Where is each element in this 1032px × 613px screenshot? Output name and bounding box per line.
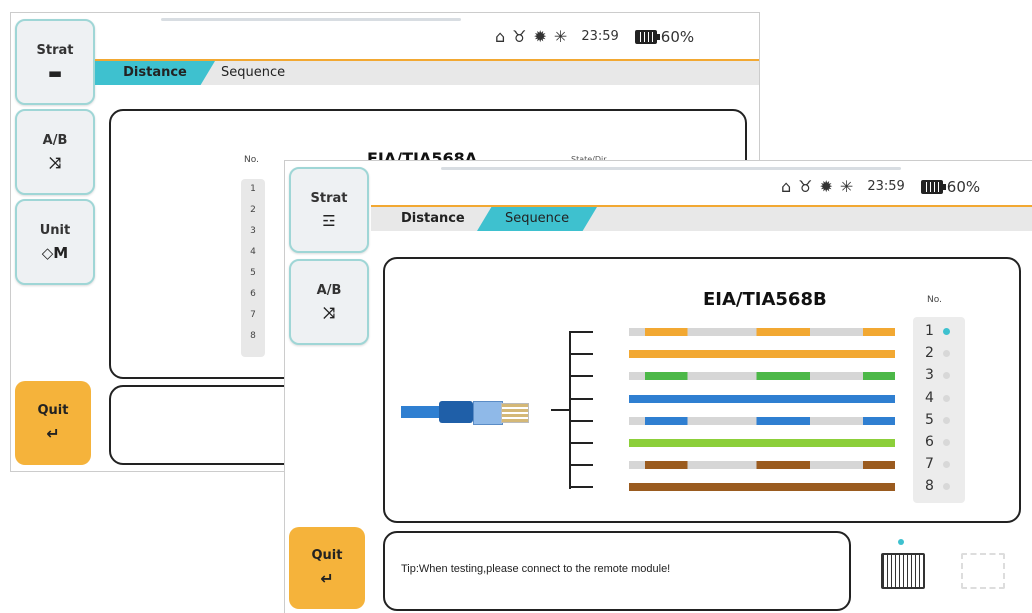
bracket-tick bbox=[569, 486, 593, 488]
pin-number: 1 bbox=[250, 184, 256, 194]
tab-sequence[interactable]: Sequence bbox=[221, 61, 311, 85]
standard-title: EIA/TIA568B bbox=[703, 289, 827, 310]
rj45-cable-icon bbox=[401, 397, 533, 427]
shuffle-icon: ⤨ bbox=[322, 303, 335, 322]
pin-number: 5 bbox=[925, 412, 934, 428]
no-header: No. bbox=[244, 155, 259, 165]
bracket-tick bbox=[569, 375, 593, 377]
bracket-tick bbox=[569, 420, 593, 422]
rj45-port-faded-icon bbox=[961, 553, 1005, 589]
quit-label: Quit bbox=[311, 548, 343, 563]
bracket-tick bbox=[569, 464, 593, 466]
light-icon: ✳ bbox=[553, 27, 568, 46]
rj45-port-icon bbox=[881, 553, 925, 589]
status-time: 23:59 bbox=[581, 29, 619, 44]
number-column bbox=[913, 317, 965, 503]
status-led bbox=[943, 350, 950, 357]
wire-pair-8 bbox=[629, 483, 895, 491]
unit-label: Unit bbox=[39, 222, 71, 238]
port-indicator-dot bbox=[898, 539, 904, 545]
tip-text: Tip:When testing,please connect to the r… bbox=[401, 563, 671, 575]
ab-button[interactable]: A/B ⤨ bbox=[289, 259, 369, 345]
pin-number: 6 bbox=[925, 434, 934, 450]
pin-number: 5 bbox=[250, 268, 256, 278]
pin-number: 6 bbox=[250, 289, 256, 299]
status-led bbox=[943, 439, 950, 446]
status-bar: ⌂ ♉ ✹ ✳ 23:59 60% bbox=[495, 27, 694, 46]
pin-number: 4 bbox=[925, 390, 934, 406]
wire-pair-2 bbox=[629, 350, 895, 358]
pin-number: 1 bbox=[925, 323, 934, 339]
unit-icon: ◇M bbox=[41, 243, 69, 262]
strat-icon: ▬ bbox=[47, 63, 63, 82]
status-led bbox=[943, 417, 950, 424]
quit-button[interactable]: Quit ↵ bbox=[289, 527, 365, 609]
strat-button[interactable]: Strat ☲ bbox=[289, 167, 369, 253]
strat-button[interactable]: Strat ▬ bbox=[15, 19, 95, 105]
bracket-tick bbox=[569, 442, 593, 444]
usb-icon: ⌂ bbox=[781, 177, 792, 196]
bracket-tick bbox=[569, 398, 593, 400]
no-header: No. bbox=[927, 295, 942, 305]
plug-icon: ♉ bbox=[798, 177, 813, 196]
status-led bbox=[943, 372, 950, 379]
pin-number: 7 bbox=[250, 310, 256, 320]
front-window: Strat ☲ A/B ⤨ Quit ↵ ⌂ ♉ ✹ ✳ 23:59 60% D… bbox=[284, 160, 1032, 613]
wire-pair-1 bbox=[629, 328, 895, 336]
usb-icon: ⌂ bbox=[495, 27, 506, 46]
wire-pair-7 bbox=[629, 461, 895, 469]
wire-pair-5 bbox=[629, 417, 895, 425]
quit-label: Quit bbox=[37, 403, 69, 418]
gear-icon: ✹ bbox=[819, 177, 833, 196]
return-icon: ↵ bbox=[46, 424, 60, 443]
pin-number: 4 bbox=[250, 247, 256, 257]
pin-number: 3 bbox=[250, 226, 256, 236]
status-led bbox=[943, 461, 950, 468]
ab-label: A/B bbox=[42, 132, 68, 148]
battery-icon bbox=[920, 179, 946, 194]
status-led bbox=[943, 328, 950, 335]
strat-label: Strat bbox=[36, 42, 74, 58]
pin-number: 2 bbox=[250, 205, 256, 215]
battery-level: 60% bbox=[946, 177, 981, 196]
plug-icon: ♉ bbox=[512, 27, 527, 46]
pin-number: 7 bbox=[925, 456, 934, 472]
bracket-tick bbox=[569, 331, 593, 333]
unit-button[interactable]: Unit ◇M bbox=[15, 199, 95, 285]
wire-pair-6 bbox=[629, 439, 895, 447]
pin-number: 2 bbox=[925, 345, 934, 361]
ab-button[interactable]: A/B ⤨ bbox=[15, 109, 95, 195]
light-icon: ✳ bbox=[839, 177, 854, 196]
strat-icon: ☲ bbox=[322, 211, 336, 230]
return-icon: ↵ bbox=[320, 569, 334, 588]
shuffle-icon: ⤨ bbox=[48, 153, 61, 172]
status-time: 23:59 bbox=[867, 179, 905, 194]
pin-number: 8 bbox=[925, 478, 934, 494]
ab-label: A/B bbox=[316, 282, 342, 298]
title-bar-line bbox=[161, 18, 461, 21]
wire-pair-3 bbox=[629, 372, 895, 380]
status-led bbox=[943, 395, 950, 402]
quit-button[interactable]: Quit ↵ bbox=[15, 381, 91, 465]
battery-level: 60% bbox=[660, 27, 695, 46]
number-column: 1 2 3 4 5 6 7 8 bbox=[241, 179, 265, 357]
connector-line bbox=[551, 409, 571, 411]
strat-label: Strat bbox=[310, 190, 348, 206]
pin-number: 8 bbox=[250, 331, 256, 341]
status-led bbox=[943, 483, 950, 490]
bracket-tick bbox=[569, 353, 593, 355]
tab-distance[interactable]: Distance bbox=[95, 61, 215, 85]
wire-pair-4 bbox=[629, 395, 895, 403]
tab-bar: Distance Sequence bbox=[371, 205, 1032, 231]
pin-number: 3 bbox=[925, 367, 934, 383]
status-bar: ⌂ ♉ ✹ ✳ 23:59 60% bbox=[781, 177, 980, 196]
title-bar-line bbox=[441, 167, 901, 170]
battery-icon bbox=[634, 29, 660, 44]
tab-bar: Distance Sequence bbox=[95, 59, 759, 85]
tab-sequence[interactable]: Sequence bbox=[477, 207, 597, 231]
gear-icon: ✹ bbox=[533, 27, 547, 46]
